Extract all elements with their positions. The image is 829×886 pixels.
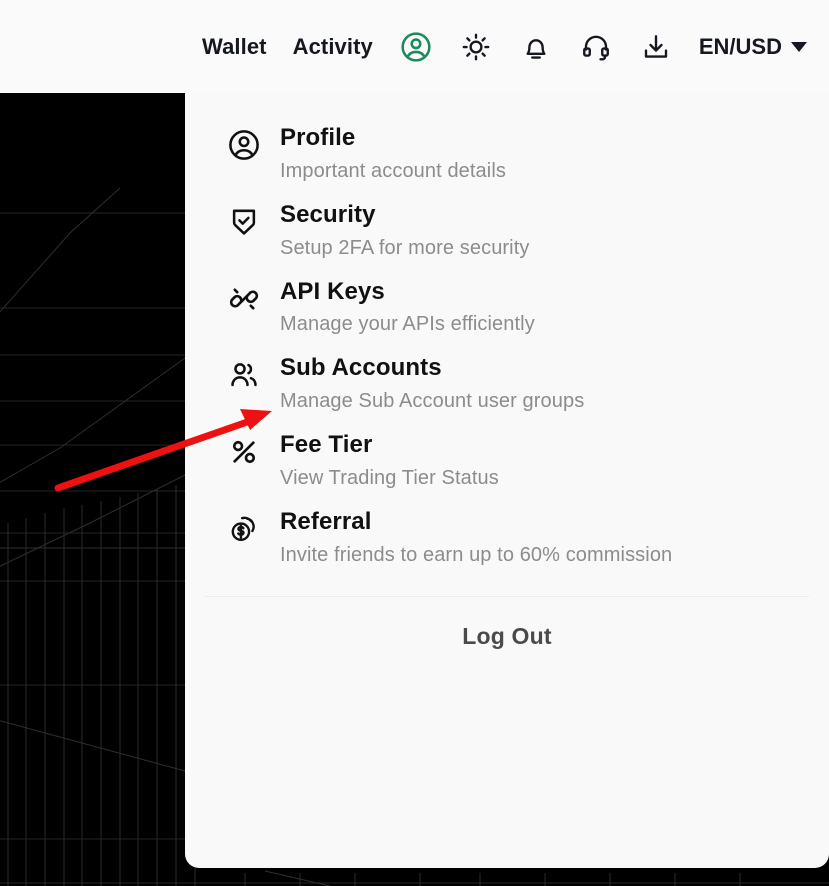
language-currency-label: EN/USD <box>698 33 782 59</box>
nav-activity[interactable]: Activity <box>293 34 373 60</box>
chevron-down-icon <box>791 41 807 52</box>
menu-item-sub-accounts[interactable]: Sub Accounts Manage Sub Account user gro… <box>185 345 829 422</box>
percent-icon <box>225 433 263 471</box>
menu-item-title: Sub Accounts <box>280 354 442 382</box>
menu-item-fee-tier[interactable]: Fee Tier View Trading Tier Status <box>185 422 829 499</box>
top-header: Wallet Activity EN/USD <box>0 0 829 93</box>
menu-item-title: Fee Tier <box>280 431 373 459</box>
menu-item-security[interactable]: Security Setup 2FA for more security <box>185 192 829 269</box>
menu-item-referral[interactable]: Referral Invite friends to earn up to 60… <box>185 499 829 576</box>
menu-item-api-keys[interactable]: API Keys Manage your APIs efficiently <box>185 269 829 346</box>
menu-item-title: Profile <box>280 124 356 151</box>
menu-item-subtitle: View Trading Tier Status <box>280 467 499 490</box>
menu-item-subtitle: Manage Sub Account user groups <box>280 390 585 413</box>
support-headset-icon[interactable] <box>579 30 613 64</box>
menu-item-subtitle: Setup 2FA for more security <box>280 236 530 259</box>
menu-item-title: Security <box>280 200 376 228</box>
users-group-icon <box>225 356 263 394</box>
profile-avatar-icon[interactable] <box>399 30 433 64</box>
screen-root: Wallet Activity EN/USD Profile Important… <box>0 0 829 886</box>
menu-item-title: Referral <box>280 508 372 536</box>
account-dropdown-menu: Profile Important account details Securi… <box>185 93 829 868</box>
logout-button[interactable]: Log Out <box>185 597 829 650</box>
language-currency-selector[interactable]: EN/USD <box>699 34 807 60</box>
menu-item-subtitle: Important account details <box>280 159 506 182</box>
shield-check-icon <box>225 203 263 241</box>
menu-item-subtitle: Invite friends to earn up to 60% commiss… <box>280 543 673 566</box>
menu-item-title: API Keys <box>280 277 385 305</box>
coins-dollar-icon <box>225 510 263 548</box>
notifications-bell-icon[interactable] <box>519 30 553 64</box>
menu-item-subtitle: Manage your APIs efficiently <box>280 313 535 336</box>
user-circle-icon <box>225 126 263 164</box>
theme-toggle-icon[interactable] <box>459 30 493 64</box>
nav-wallet[interactable]: Wallet <box>202 34 267 60</box>
plug-connector-icon <box>225 280 263 318</box>
menu-item-profile[interactable]: Profile Important account details <box>185 115 829 192</box>
download-app-icon[interactable] <box>639 30 673 64</box>
